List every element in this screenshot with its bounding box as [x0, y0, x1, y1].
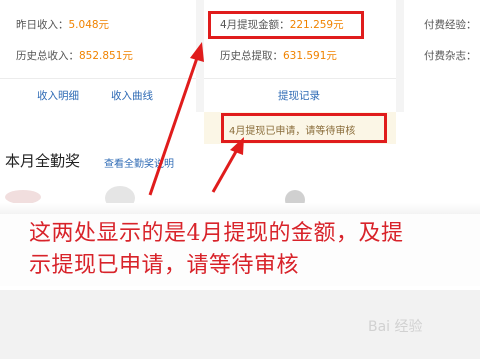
annotation-line-2: 示提现已申请，请等待审核 [29, 253, 300, 278]
annotation-line-1: 这两处显示的是4月提现的金额，及提 [29, 221, 404, 246]
baidu-watermark: Bai 经验 [368, 319, 423, 335]
annotation-arrows [148, 42, 244, 196]
